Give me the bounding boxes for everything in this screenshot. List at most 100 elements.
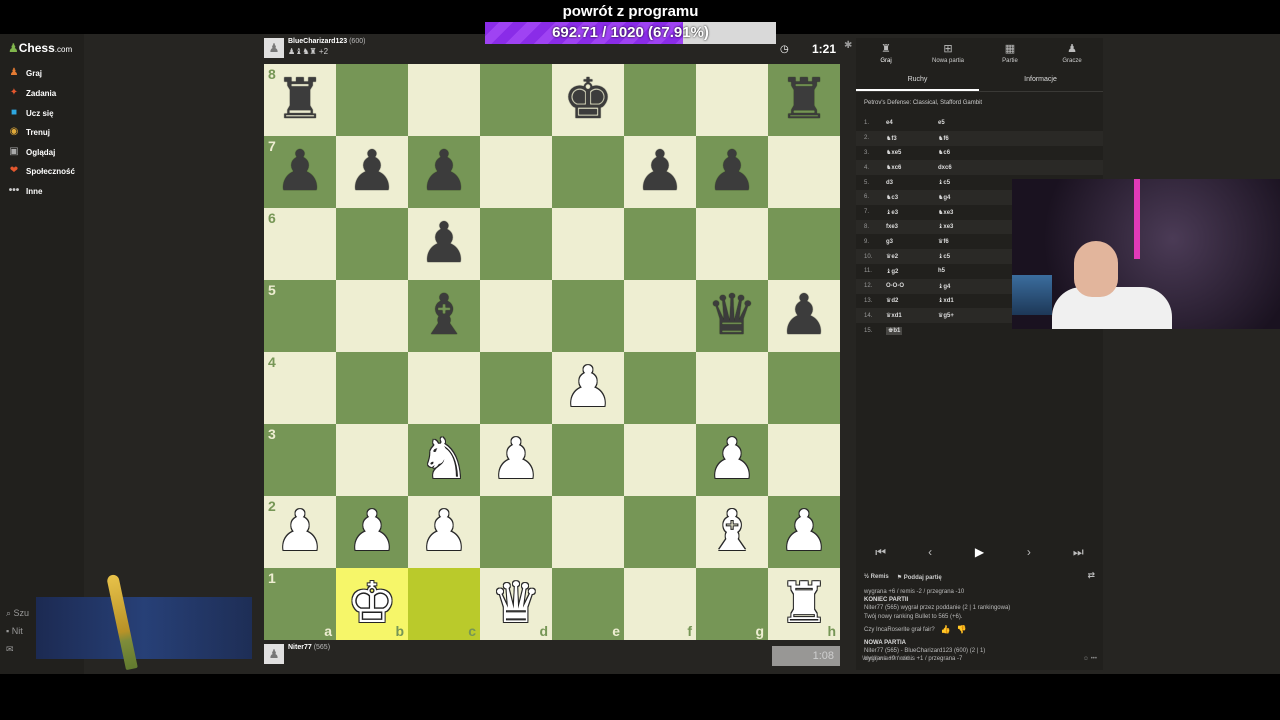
black-move[interactable]: ♝g4 <box>938 283 990 290</box>
square-b1[interactable]: b ♚ <box>336 568 408 640</box>
white-pawn-icon[interactable]: ♟ <box>707 432 757 488</box>
square-c4[interactable] <box>408 352 480 424</box>
black-move[interactable]: ♞g4 <box>938 194 990 201</box>
square-a3[interactable]: 3 <box>264 424 336 496</box>
chat-input[interactable]: Wyślij wiadomość... <box>862 656 914 662</box>
square-g5[interactable]: ♛ <box>696 280 768 352</box>
square-e6[interactable] <box>552 208 624 280</box>
black-pawn-icon[interactable]: ♟ <box>419 144 469 200</box>
square-a1[interactable]: 1a <box>264 568 336 640</box>
square-h1[interactable]: h ♜ <box>768 568 840 640</box>
player-name[interactable]: BlueCharizard123 <box>288 38 347 45</box>
square-d5[interactable] <box>480 280 552 352</box>
black-pawn-icon[interactable]: ♟ <box>635 144 685 200</box>
square-b6[interactable] <box>336 208 408 280</box>
square-h4[interactable] <box>768 352 840 424</box>
square-b8[interactable] <box>336 64 408 136</box>
white-pawn-icon[interactable]: ♟ <box>347 504 397 560</box>
black-move[interactable]: ♞xe3 <box>938 209 990 216</box>
square-a7[interactable]: 7 ♟ <box>264 136 336 208</box>
last-move-button[interactable]: ⏭ <box>1058 545 1098 560</box>
black-move[interactable]: ♝c5 <box>938 179 990 186</box>
nav-item-learn[interactable]: ■ Ucz się <box>8 104 54 122</box>
nav-item-more[interactable]: ••• Inne <box>8 182 43 200</box>
more-options-icon[interactable]: ••• <box>1091 656 1097 662</box>
draw-button[interactable]: ½ Remis <box>864 574 889 580</box>
subtab-moves[interactable]: Ruchy <box>856 76 979 91</box>
square-g4[interactable] <box>696 352 768 424</box>
black-move[interactable]: ♞c6 <box>938 149 990 156</box>
black-pawn-icon[interactable]: ♟ <box>419 216 469 272</box>
white-queen-icon[interactable]: ♛ <box>491 576 541 632</box>
square-b2[interactable]: ♟ <box>336 496 408 568</box>
nav-item-train[interactable]: ◉ Trenuj <box>8 123 50 141</box>
square-g1[interactable]: g <box>696 568 768 640</box>
square-h8[interactable]: ♜ <box>768 64 840 136</box>
square-e5[interactable] <box>552 280 624 352</box>
white-pawn-icon[interactable]: ♟ <box>275 504 325 560</box>
tab-play[interactable]: ♜ Graj <box>856 42 916 64</box>
resign-button[interactable]: ⚑ Poddaj partię <box>897 574 942 581</box>
black-move[interactable]: ♝c5 <box>938 253 990 260</box>
black-move[interactable]: ♛g5+ <box>938 312 990 319</box>
white-move[interactable]: g3 <box>886 239 893 245</box>
square-e2[interactable] <box>552 496 624 568</box>
square-c8[interactable] <box>408 64 480 136</box>
thumbs-up-icon[interactable]: 👍 <box>941 625 951 634</box>
avatar[interactable]: ♟ <box>264 38 284 58</box>
search-nav-item[interactable]: ⌕ Szu <box>6 608 36 626</box>
play-button[interactable]: ▶ <box>959 545 999 559</box>
gear-icon[interactable]: ✱ <box>844 40 852 51</box>
white-move[interactable]: ♞xe5 <box>886 150 901 156</box>
white-knight-icon[interactable]: ♞ <box>419 432 469 488</box>
emoji-icon[interactable]: ☺ <box>1083 656 1089 662</box>
first-move-button[interactable]: ⏮ <box>861 545 901 560</box>
avatar[interactable]: ♟ <box>264 644 284 664</box>
square-a6[interactable]: 6 <box>264 208 336 280</box>
square-f7[interactable]: ♟ <box>624 136 696 208</box>
white-move[interactable]: ♚b1 <box>886 327 903 336</box>
white-move[interactable]: ♝e3 <box>886 210 898 216</box>
white-king-icon[interactable]: ♚ <box>347 576 397 632</box>
opening-name[interactable]: Petrov's Defense: Classical, Stafford Ga… <box>864 100 982 106</box>
square-c1[interactable]: c <box>408 568 480 640</box>
square-b3[interactable] <box>336 424 408 496</box>
square-a4[interactable]: 4 <box>264 352 336 424</box>
nav-item-community[interactable]: ❤ Społeczność <box>8 162 75 180</box>
white-pawn-icon[interactable]: ♟ <box>419 504 469 560</box>
square-c2[interactable]: ♟ <box>408 496 480 568</box>
square-d1[interactable]: d ♛ <box>480 568 552 640</box>
square-g7[interactable]: ♟ <box>696 136 768 208</box>
black-move[interactable]: ♝xe3 <box>938 223 990 230</box>
notifications-icon[interactable]: ✉ <box>6 644 36 662</box>
square-b4[interactable] <box>336 352 408 424</box>
square-d2[interactable] <box>480 496 552 568</box>
profile-nav-item[interactable]: ▪ Nit <box>6 626 36 644</box>
square-b5[interactable] <box>336 280 408 352</box>
black-queen-icon[interactable]: ♛ <box>707 288 757 344</box>
square-f4[interactable] <box>624 352 696 424</box>
square-d3[interactable]: ♟ <box>480 424 552 496</box>
black-pawn-icon[interactable]: ♟ <box>275 144 325 200</box>
tab-new-game[interactable]: ⊞ Nowa partia <box>918 42 978 64</box>
white-rook-icon[interactable]: ♜ <box>779 576 829 632</box>
square-f6[interactable] <box>624 208 696 280</box>
square-c6[interactable]: ♟ <box>408 208 480 280</box>
white-move[interactable]: d3 <box>886 180 893 186</box>
black-move[interactable]: e5 <box>938 120 990 126</box>
nav-item-puzzles[interactable]: ✦ Zadania <box>8 84 56 102</box>
thumbs-down-icon[interactable]: 👎 <box>957 625 967 634</box>
square-d7[interactable] <box>480 136 552 208</box>
square-c5[interactable]: ♝ <box>408 280 480 352</box>
black-move[interactable]: h5 <box>938 268 990 274</box>
black-rook-icon[interactable]: ♜ <box>779 72 829 128</box>
square-f8[interactable] <box>624 64 696 136</box>
white-move[interactable]: ♝g2 <box>886 269 898 275</box>
square-h7[interactable] <box>768 136 840 208</box>
chess-board[interactable]: 8 ♜ ♚ ♜ 7 ♟ ♟ ♟ ♟ ♟ 6 ♟ 5 ♝ ♛ ♟ 4 ♟ 3 ♞ ♟ ♟ 2 ♟ ♟ ♟ ♝ ♟ 1 a b ♚ c d ♛ e f g h ♜ <box>264 64 840 640</box>
black-move[interactable]: ♞f6 <box>938 135 990 142</box>
black-move[interactable]: dxc6 <box>938 165 990 171</box>
white-move[interactable]: ♞c3 <box>886 195 898 201</box>
square-c7[interactable]: ♟ <box>408 136 480 208</box>
black-bishop-icon[interactable]: ♝ <box>419 288 469 344</box>
